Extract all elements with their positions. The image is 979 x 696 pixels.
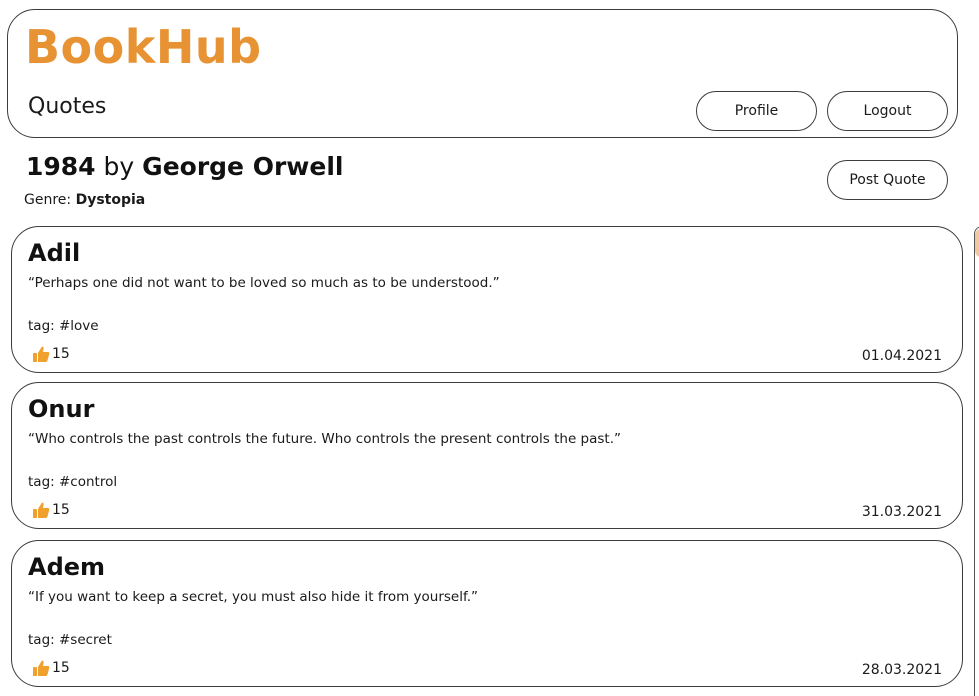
quote-text: “If you want to keep a secret, you must … (28, 589, 479, 605)
page-title: Quotes (28, 94, 107, 119)
quote-tag[interactable]: tag: #love (28, 319, 99, 334)
quote-author[interactable]: Adil (28, 241, 80, 265)
quote-tag[interactable]: tag: #secret (28, 633, 112, 648)
thumbs-up-icon (33, 660, 50, 676)
quote-card: Adem “If you want to keep a secret, you … (11, 540, 963, 687)
post-quote-button[interactable]: Post Quote (827, 160, 948, 200)
quote-date: 01.04.2021 (861, 348, 942, 364)
book-title: 1984 (26, 152, 96, 181)
header-card: BookHub Quotes Profile Logout (7, 9, 958, 138)
book-author: George Orwell (142, 152, 344, 181)
genre-label: Genre: (24, 192, 72, 208)
book-by: by (103, 152, 135, 181)
profile-button[interactable]: Profile (696, 91, 817, 131)
logout-button[interactable]: Logout (827, 91, 948, 131)
genre-value: Dystopia (75, 192, 146, 208)
thumbs-up-icon (33, 502, 50, 518)
like-button[interactable]: 15 (32, 345, 70, 363)
quote-tag[interactable]: tag: #control (28, 475, 117, 490)
thumbs-up-icon (33, 346, 50, 362)
book-heading: 1984 by George Orwell (26, 154, 343, 179)
quote-author[interactable]: Onur (28, 397, 94, 421)
like-count: 15 (52, 346, 70, 362)
quote-text: “Perhaps one did not want to be loved so… (28, 275, 500, 291)
like-button[interactable]: 15 (32, 501, 70, 519)
like-count: 15 (52, 502, 70, 518)
quote-date: 28.03.2021 (861, 662, 942, 678)
scrollbar-thumb[interactable] (975, 229, 979, 257)
quote-date: 31.03.2021 (861, 504, 942, 520)
like-button[interactable]: 15 (32, 659, 70, 677)
quote-text: “Who controls the past controls the futu… (28, 431, 621, 447)
scrollbar-track[interactable] (974, 226, 979, 696)
quote-author[interactable]: Adem (28, 555, 105, 579)
like-count: 15 (52, 660, 70, 676)
quote-card: Adil “Perhaps one did not want to be lov… (11, 226, 963, 373)
app-logo[interactable]: BookHub (25, 24, 262, 70)
book-genre: Genre: Dystopia (24, 193, 145, 207)
quote-card: Onur “Who controls the past controls the… (11, 382, 963, 529)
